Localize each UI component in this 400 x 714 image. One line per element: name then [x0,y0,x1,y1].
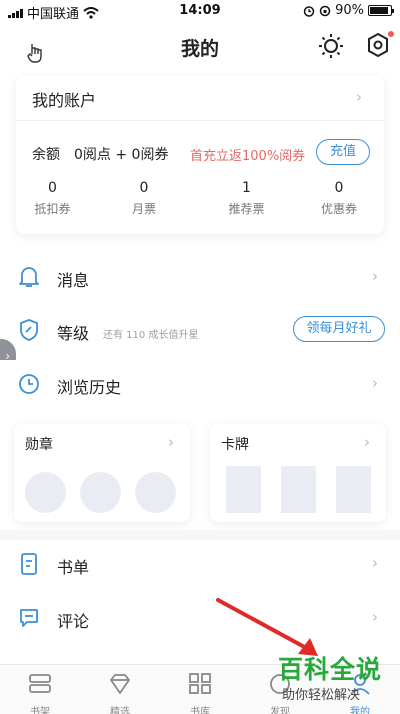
chevron-right-icon: › [364,433,370,451]
notification-dot [388,31,394,37]
stat-value: 1 [242,180,251,196]
stat-value: 0 [48,180,57,196]
menu-label: 书单 [57,558,90,577]
stat-coupon[interactable]: 0 优惠券 [294,180,384,217]
medals-card[interactable]: 勋章 › [14,424,190,522]
chevron-right-icon: › [372,608,378,626]
cards-title: 卡牌 [221,437,249,453]
status-bar: 中国联通 14:09 90% [0,0,400,22]
watermark-subtitle: 助你轻松解决 [282,688,361,703]
account-stats: 0 抵扣券 0 月票 1 推荐票 0 优惠券 [16,180,384,217]
tab-featured[interactable]: 精选 [80,665,160,714]
menu-label: 等级 [57,324,90,343]
medals-title: 勋章 [25,437,53,453]
balance-row: 余额 0阅点 + 0阅券 [32,144,168,164]
level-hint: 还有 110 成长值升星 [103,330,199,341]
cards-card[interactable]: 卡牌 › [210,424,386,522]
stat-value: 0 [139,180,149,196]
battery-icon [368,5,394,16]
menu-item-level[interactable]: 等级 还有 110 成长值升星 领每月好礼 [0,306,400,354]
alarm-icon [303,5,315,17]
status-right: 90% [303,3,394,18]
bell-icon [19,267,39,287]
stat-recommend-ticket[interactable]: 1 推荐票 [199,180,294,217]
bookshelf-icon [29,674,51,693]
promo-text[interactable]: 首充立返100%阅券 [190,145,305,164]
stat-monthly-ticket[interactable]: 0 月票 [89,180,199,217]
chevron-right-icon: › [168,433,174,451]
watermark-logo: 百科全说 助你轻松解决 [270,650,400,708]
menu-item-comments[interactable]: 评论 › [0,594,400,642]
menu-label: 消息 [57,271,90,290]
section-gap [0,530,400,540]
shield-icon [20,319,38,341]
settings-button[interactable] [366,31,394,60]
tab-label: 精选 [110,707,130,714]
hexagon-icon [368,32,388,58]
tab-label: 书架 [30,707,50,714]
balance-points: 0阅点 + 0阅券 [74,147,169,163]
stat-label: 推荐票 [228,202,265,216]
grid-icon [189,673,211,694]
menu-item-booklist[interactable]: 书单 › [0,540,400,588]
menu-label: 评论 [57,612,90,631]
account-card: 我的账户 › 余额 0阅点 + 0阅券 首充立返100%阅券 充值 0 抵扣券 … [16,76,384,234]
medal-placeholders [25,472,176,513]
card-placeholders [226,466,371,513]
sun-icon[interactable] [318,33,344,59]
stat-deduction[interactable]: 0 抵扣券 [16,180,89,217]
chevron-right-icon: › [372,267,378,285]
stat-label: 月票 [131,202,156,216]
booklist-icon [21,553,37,575]
menu-item-history[interactable]: 浏览历史 › [0,360,400,408]
divider [16,120,384,121]
chevron-right-icon[interactable]: › [356,88,362,106]
monthly-gift-button[interactable]: 领每月好礼 [293,316,385,342]
chevron-right-icon: › [372,374,378,392]
stat-label: 抵扣券 [34,202,71,216]
diamond-icon [110,674,130,694]
tab-library[interactable]: 书库 [160,665,240,714]
account-title[interactable]: 我的账户 [32,87,96,111]
tab-bookshelf[interactable]: 书架 [0,665,80,714]
balance-label: 余额 [32,147,60,163]
stat-value: 0 [334,180,344,196]
watermark-title: 百科全说 [278,655,383,684]
stat-label: 优惠券 [320,202,357,216]
menu-item-messages[interactable]: 消息 › [0,253,400,301]
comment-icon [20,609,38,627]
page-header: 我的 [0,22,400,68]
rotation-lock-icon [319,5,331,16]
tab-label: 书库 [190,707,210,714]
battery-percent: 90% [335,3,364,18]
chevron-right-icon: › [372,554,378,572]
recharge-button[interactable]: 充值 [316,139,370,165]
menu-label: 浏览历史 [57,378,122,397]
clock-icon [19,374,39,394]
